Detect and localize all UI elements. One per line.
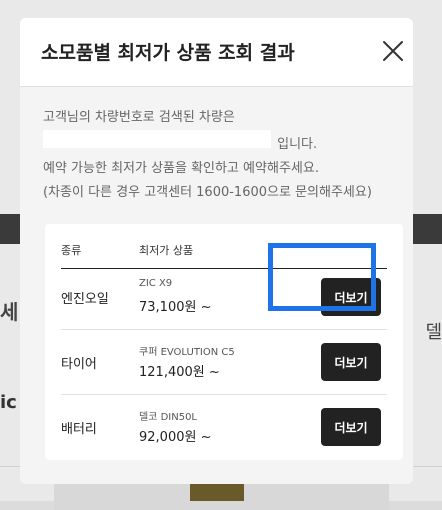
row-product: 쿠퍼 EVOLUTION C5	[139, 347, 235, 358]
close-icon	[383, 41, 403, 61]
table-row-tire: 타이어 쿠퍼 EVOLUTION C5 121,400원 ~ 더보기	[61, 330, 387, 395]
row-type: 타이어	[61, 357, 97, 372]
intro-line-2: 입니다.	[43, 130, 401, 157]
intro-line-2-suffix: 입니다.	[277, 137, 318, 152]
row-type: 배터리	[61, 422, 97, 437]
background-text-left: 세	[0, 300, 19, 324]
row-product: 델코 DIN50L	[139, 412, 198, 423]
close-button[interactable]	[381, 39, 405, 63]
more-button-battery[interactable]: 더보기	[321, 408, 381, 446]
header-type: 종류	[61, 244, 82, 257]
vehicle-name-redacted	[43, 130, 271, 148]
row-price: 121,400원 ~	[139, 365, 220, 380]
background-logo: ic	[0, 392, 17, 413]
background-text-right: 델	[425, 322, 442, 343]
modal-header: 소모품별 최저가 상품 조회 결과	[20, 18, 413, 87]
row-price: 73,100원 ~	[139, 300, 212, 315]
intro-line-3: 예약 가능한 최저가 상품을 확인하고 예약해주세요.	[43, 161, 319, 176]
modal-title: 소모품별 최저가 상품 조회 결과	[41, 42, 295, 64]
highlight-box	[268, 243, 376, 311]
row-type: 엔진오일	[61, 292, 109, 307]
more-button-tire[interactable]: 더보기	[321, 343, 381, 381]
table-row-battery: 배터리 델코 DIN50L 92,000원 ~ 더보기	[61, 395, 387, 459]
header-lowest-price: 최저가 상품	[139, 244, 194, 257]
intro-line-4: (차종이 다른 경우 고객센터 1600-1600으로 문의해주세요)	[43, 185, 372, 200]
row-product: ZIC X9	[139, 278, 173, 289]
intro-line-1: 고객님의 차량번호로 검색된 차량은	[43, 110, 235, 125]
intro-text: 고객님의 차량번호로 검색된 차량은 입니다. 예약 가능한 최저가 상품을 확…	[43, 106, 401, 205]
row-price: 92,000원 ~	[139, 430, 212, 445]
